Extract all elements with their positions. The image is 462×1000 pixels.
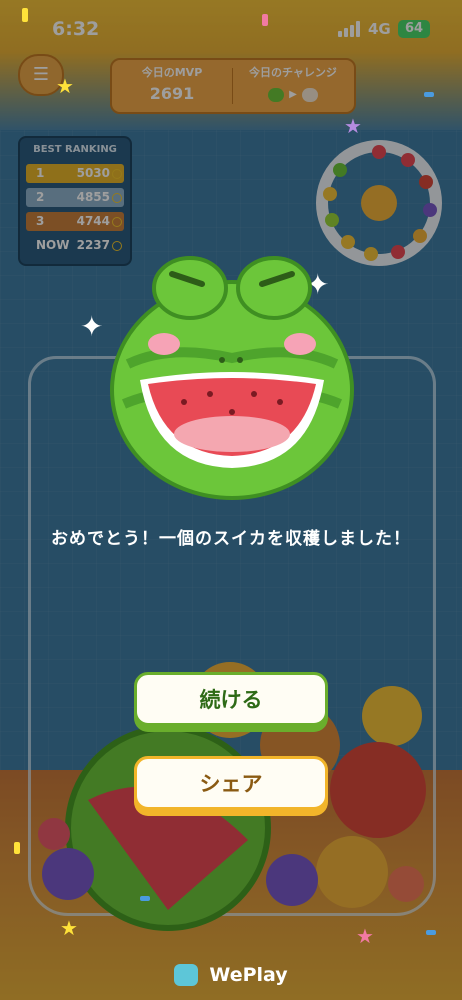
congrats-message: おめでとう！一個のスイカを収穫しました！	[51, 529, 411, 549]
seed	[277, 399, 283, 405]
seed	[207, 391, 213, 397]
star-icon: ★	[56, 74, 74, 98]
continue-button[interactable]: 続ける	[134, 672, 328, 726]
left-cheek	[148, 333, 180, 355]
seed	[229, 409, 235, 415]
seed	[251, 391, 257, 397]
star-icon: ★	[344, 114, 362, 138]
confetti	[424, 92, 434, 97]
star-icon: ★	[60, 916, 78, 940]
right-eye-bump	[236, 256, 312, 320]
share-button[interactable]: シェア	[134, 756, 328, 810]
confetti	[426, 930, 436, 935]
watermelon-character	[110, 256, 354, 500]
confetti	[14, 842, 20, 854]
weplay-logo-icon	[174, 964, 199, 986]
confetti	[262, 14, 268, 26]
brand-name: WePlay	[209, 964, 288, 986]
confetti	[22, 8, 28, 22]
left-eye-bump	[152, 256, 228, 320]
modal-overlay[interactable]	[0, 0, 462, 1000]
star-icon: ★	[356, 924, 374, 948]
nostril	[237, 357, 243, 363]
tongue	[174, 416, 290, 452]
right-cheek	[284, 333, 316, 355]
seed	[181, 399, 187, 405]
nostril	[219, 357, 225, 363]
confetti	[140, 896, 150, 901]
sparkle-icon: ✦	[80, 310, 104, 343]
footer-branding: WePlay	[0, 964, 462, 994]
